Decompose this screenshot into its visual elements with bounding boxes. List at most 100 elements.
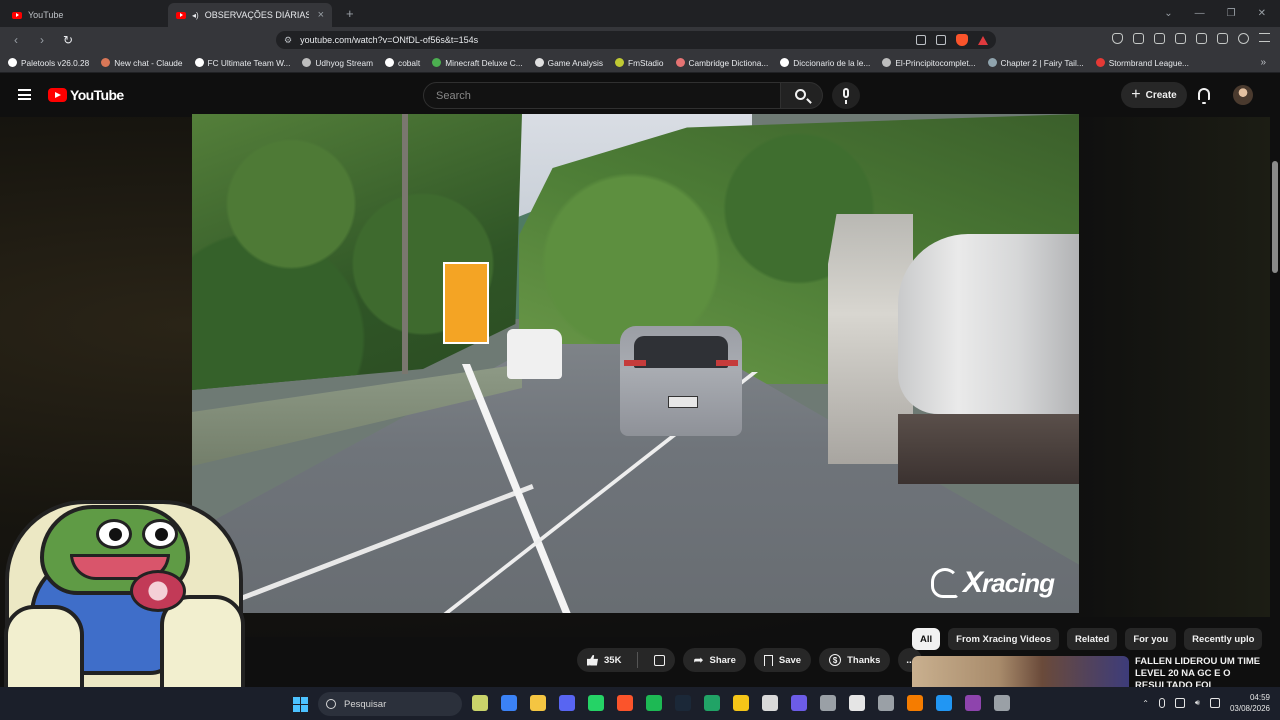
bookmark-item[interactable]: Chapter 2 | Fairy Tail... xyxy=(987,58,1084,68)
shield-icon[interactable] xyxy=(1238,33,1249,44)
taskbar-app-icon[interactable] xyxy=(820,695,836,711)
scrollbar-thumb[interactable] xyxy=(1272,161,1278,273)
filter-chip[interactable]: Related xyxy=(1067,628,1118,650)
maximize-button[interactable]: ❐ xyxy=(1227,8,1236,19)
bookmark-item[interactable]: Minecraft Deluxe C... xyxy=(432,58,523,68)
youtube-logo-icon xyxy=(48,88,67,102)
taskbar-app-icon[interactable] xyxy=(704,695,720,711)
share-button[interactable]: ➦ Share xyxy=(683,648,746,672)
bookmark-item[interactable]: cobalt xyxy=(385,58,420,68)
windows-taskbar: Pesquisar ⌃ 🔊︎ 04:59 03/08/2026 xyxy=(0,687,1280,720)
save-button[interactable]: Save xyxy=(753,648,812,672)
taskbar-app-icon[interactable] xyxy=(791,695,807,711)
video-player[interactable]: Xracing xyxy=(192,114,1079,613)
clock[interactable]: 04:59 03/08/2026 xyxy=(1230,692,1270,714)
taskbar-app-icon[interactable] xyxy=(878,695,894,711)
network-icon[interactable] xyxy=(1174,698,1185,708)
extensions-icon[interactable] xyxy=(1133,33,1144,44)
site-info-icon[interactable]: ⚙ xyxy=(284,35,292,46)
bookmark-item[interactable]: New chat - Claude xyxy=(101,58,183,68)
sidebar-icon[interactable] xyxy=(1175,33,1186,44)
taskbar-app-icon[interactable] xyxy=(762,695,778,711)
reload-button[interactable]: ↻ xyxy=(60,33,76,47)
translate-icon[interactable] xyxy=(916,35,926,45)
taskbar-app-icon[interactable] xyxy=(675,695,691,711)
media-icon[interactable] xyxy=(1154,33,1165,44)
bookmark-item[interactable]: Stormbrand League... xyxy=(1095,58,1189,68)
filter-chip[interactable]: Recently uplo xyxy=(1184,628,1263,650)
leo-icon[interactable] xyxy=(1217,33,1228,44)
voice-search-button[interactable] xyxy=(832,82,860,109)
taskbar-app-icon[interactable] xyxy=(733,695,749,711)
recommended-title[interactable]: FALLEN LIDEROU UM TIME LEVEL 20 NA GC E … xyxy=(1135,656,1261,690)
minimize-button[interactable]: — xyxy=(1195,8,1205,19)
taskbar-app-icon[interactable] xyxy=(530,695,546,711)
taskbar-app-icon[interactable] xyxy=(588,695,604,711)
tray-expand-icon[interactable]: ⌃ xyxy=(1142,699,1149,708)
tab-video[interactable]: ◂) OBSERVAÇÕES DIÁRIAS (EP... × xyxy=(168,3,332,27)
bookmarks-bar: Paletools v26.0.28 New chat - Claude FC Ul… xyxy=(0,53,1280,73)
video-car xyxy=(620,326,742,436)
brave-shields-icon[interactable] xyxy=(956,34,968,46)
bookmarks-overflow-icon[interactable]: » xyxy=(1260,57,1266,68)
close-window-button[interactable]: ✕ xyxy=(1258,8,1266,19)
browser-toolbar: ‹ › ↻ ⚙ youtube.com/watch?v=ONfDL-of56s&… xyxy=(0,27,1280,53)
bookmark-item[interactable]: Game Analysis xyxy=(534,58,603,68)
taskbar-app-icon[interactable] xyxy=(994,695,1010,711)
taskbar-app-icon[interactable] xyxy=(501,695,517,711)
bookmark-item[interactable]: Cambridge Dictiona... xyxy=(675,58,768,68)
taskbar-app-icon[interactable] xyxy=(907,695,923,711)
start-button[interactable] xyxy=(293,697,308,712)
bookmark-item[interactable]: Paletools v26.0.28 xyxy=(8,58,89,68)
bookmark-item[interactable]: Diccionario de la le... xyxy=(780,58,870,68)
thanks-button[interactable]: $ Thanks xyxy=(819,648,891,672)
create-button[interactable]: + Create xyxy=(1121,82,1187,108)
back-button[interactable]: ‹ xyxy=(8,33,24,47)
avatar[interactable] xyxy=(1233,85,1253,105)
brave-rewards-icon[interactable] xyxy=(978,35,988,45)
filter-chip[interactable]: All xyxy=(912,628,941,650)
page-scrollbar[interactable] xyxy=(1270,73,1280,687)
menu-icon[interactable] xyxy=(1259,33,1270,42)
taskbar-search[interactable]: Pesquisar xyxy=(318,692,462,716)
taskbar-app-icon[interactable] xyxy=(472,695,488,711)
cast-icon[interactable] xyxy=(936,35,946,45)
filter-chip[interactable]: For you xyxy=(1125,628,1177,650)
microphone-icon[interactable] xyxy=(1158,698,1165,708)
youtube-logo[interactable]: YouTube xyxy=(48,87,124,103)
search-button[interactable] xyxy=(781,82,823,109)
taskbar-app-icon[interactable] xyxy=(617,695,633,711)
battery-icon[interactable] xyxy=(1209,698,1220,708)
address-bar[interactable]: ⚙ youtube.com/watch?v=ONfDL-of56s&t=154s xyxy=(276,31,996,49)
bookmark-favicon-icon xyxy=(302,58,312,67)
bookmark-item[interactable]: El-Principitocomplet... xyxy=(882,58,976,68)
dropdown-icon[interactable]: ⌄ xyxy=(1164,8,1172,19)
bookmark-item[interactable]: FmStadio xyxy=(615,58,664,68)
like-button[interactable]: 35K xyxy=(577,648,631,672)
filter-chip[interactable]: From Xracing Videos xyxy=(948,628,1059,650)
recommended-video-card[interactable]: FALLEN LIDEROU UM TIME LEVEL 20 NA GC E … xyxy=(912,656,1272,690)
guide-menu-icon[interactable] xyxy=(18,89,31,100)
notifications-icon[interactable] xyxy=(1198,88,1210,104)
vpn-icon[interactable] xyxy=(1112,33,1123,44)
bookmark-favicon-icon xyxy=(432,58,442,67)
tab-close-icon[interactable]: × xyxy=(318,9,324,21)
tab-youtube[interactable]: YouTube xyxy=(4,3,168,27)
search-input[interactable] xyxy=(423,82,781,109)
volume-icon[interactable]: 🔊︎ xyxy=(1195,698,1200,708)
recommended-thumbnail[interactable] xyxy=(912,656,1129,690)
new-tab-button[interactable]: + xyxy=(346,6,354,21)
taskbar-app-icon[interactable] xyxy=(646,695,662,711)
taskbar-app-icon[interactable] xyxy=(965,695,981,711)
taskbar-app-icon[interactable] xyxy=(559,695,575,711)
thanks-label: Thanks xyxy=(847,654,881,666)
bookmark-favicon-icon xyxy=(534,58,544,67)
taskbar-app-icon[interactable] xyxy=(936,695,952,711)
forward-button[interactable]: › xyxy=(34,33,50,47)
bookmark-item[interactable]: FC Ultimate Team W... xyxy=(194,58,290,68)
dislike-button[interactable] xyxy=(644,648,675,672)
taskbar-app-icon[interactable] xyxy=(849,695,865,711)
bookmark-item[interactable]: Udhyog Stream xyxy=(302,58,373,68)
wallet-icon[interactable] xyxy=(1196,33,1207,44)
share-icon: ➦ xyxy=(693,653,704,667)
